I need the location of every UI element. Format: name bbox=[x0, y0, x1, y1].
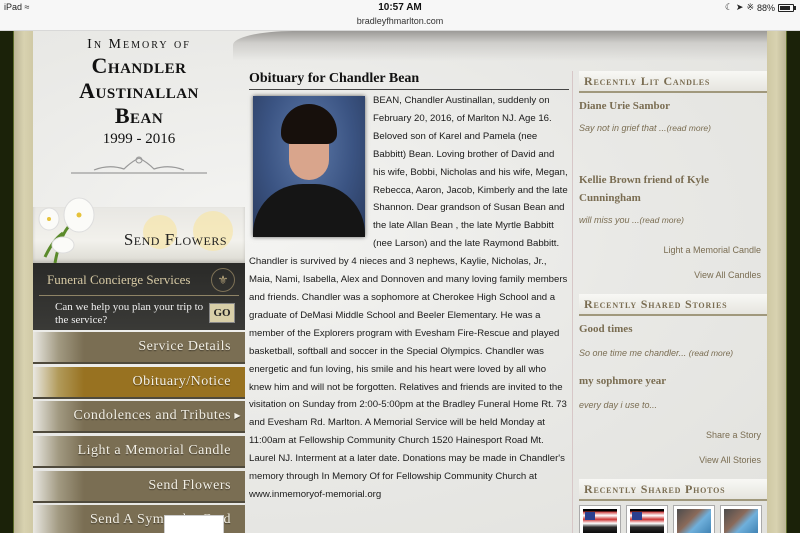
obituary-title: Obituary for Chandler Bean bbox=[249, 71, 569, 90]
photo-hair bbox=[281, 104, 337, 144]
nav-label: Send Flowers bbox=[148, 477, 231, 493]
clock: 10:57 AM bbox=[378, 2, 422, 13]
page-stripe-right bbox=[767, 31, 786, 533]
share-widget-box[interactable] bbox=[164, 515, 224, 533]
candles-header: Recently Lit Candles bbox=[579, 71, 767, 93]
sidebar-nav: Service Details Obituary/Notice Condolen… bbox=[33, 332, 245, 533]
concierge-emblem-icon: ⚜ bbox=[211, 268, 235, 292]
read-more-link[interactable]: (read more) bbox=[667, 123, 711, 133]
story-excerpt: every day i use to... bbox=[579, 400, 767, 410]
nav-light-candle[interactable]: Light a Memorial Candle bbox=[33, 436, 245, 469]
ios-status-bar: iPad ≈ 10:57 AM bradleyfhmarlton.com ☾ ➤… bbox=[0, 0, 800, 31]
life-dates: 1999 - 2016 bbox=[102, 131, 176, 147]
address-bar[interactable]: bradleyfhmarlton.com bbox=[0, 16, 800, 26]
nav-send-flowers[interactable]: Send Flowers bbox=[33, 470, 245, 503]
nav-condolences-tributes[interactable]: Condolences and Tributes ▶ bbox=[33, 401, 245, 434]
photo-shirt bbox=[253, 184, 365, 237]
concierge-divider bbox=[39, 295, 239, 296]
memorial-heading: In Memory of Chandler Austinallan Bean 1… bbox=[33, 31, 245, 181]
submenu-arrow-icon: ▶ bbox=[234, 411, 241, 421]
flag-photo-icon bbox=[583, 509, 617, 533]
location-icon: ➤ bbox=[735, 2, 744, 12]
page-border-left bbox=[0, 31, 13, 533]
send-flowers-label: Send Flowers bbox=[123, 230, 227, 249]
story-title: Good times bbox=[579, 323, 633, 335]
deceased-name-last: Bean bbox=[114, 103, 164, 128]
photo-thumbnail[interactable] bbox=[720, 505, 762, 533]
photo-thumbnail[interactable] bbox=[626, 505, 668, 533]
page-stripe-left bbox=[13, 31, 34, 533]
child-photo-icon bbox=[724, 509, 758, 533]
concierge-title: Funeral Concierge Services bbox=[47, 272, 191, 287]
concierge-prompt: Can we help you plan your trip to the se… bbox=[55, 301, 204, 326]
concierge-panel: Funeral Concierge Services ⚜ Can we help… bbox=[33, 263, 245, 330]
candle-author: Kellie Brown friend of Kyle Cunningham bbox=[579, 174, 709, 204]
flag-photo-icon bbox=[630, 509, 664, 533]
view-all-stories-link[interactable]: View All Stories bbox=[579, 455, 767, 465]
battery-percent: 88% bbox=[756, 2, 775, 13]
story-excerpt-text: every day i use to... bbox=[579, 400, 658, 410]
status-icons: ☾ ➤ ※ 88% bbox=[724, 2, 796, 13]
portrait-photo bbox=[253, 96, 365, 237]
battery-icon bbox=[778, 3, 796, 12]
photo-thumbnail[interactable] bbox=[579, 505, 621, 533]
obituary-section: Obituary for Chandler Bean BEAN, Chandle… bbox=[249, 71, 569, 504]
moon-icon: ☾ bbox=[724, 2, 733, 12]
candle-author: Diane Urie Sambor bbox=[579, 100, 671, 112]
nav-label: Service Details bbox=[138, 339, 231, 354]
right-sidebar: Recently Lit Candles Diane Urie Sambor S… bbox=[572, 71, 767, 533]
view-all-candles-link[interactable]: View All Candles bbox=[579, 270, 767, 280]
story-excerpt: So one time me chandler... (read more) bbox=[579, 348, 767, 358]
bluetooth-icon: ※ bbox=[746, 2, 754, 12]
in-memory-of-label: In Memory of bbox=[87, 37, 191, 52]
child-photo-icon bbox=[677, 509, 711, 533]
candle-excerpt-text: will miss you ... bbox=[579, 215, 640, 225]
nav-obituary-notice[interactable]: Obituary/Notice bbox=[33, 366, 245, 399]
page-border-right bbox=[786, 31, 800, 533]
candle-excerpt: Say not in grief that ...(read more) bbox=[579, 123, 767, 133]
page-content: In Memory of Chandler Austinallan Bean 1… bbox=[33, 31, 767, 533]
deceased-name-middle: Austinallan bbox=[79, 78, 199, 103]
read-more-link[interactable]: (read more) bbox=[640, 215, 684, 225]
send-flowers-banner[interactable]: Send Flowers bbox=[33, 197, 245, 263]
read-more-link[interactable]: (read more) bbox=[689, 348, 733, 358]
photo-thumbnail[interactable] bbox=[673, 505, 715, 533]
deceased-name-first: Chandler bbox=[91, 53, 187, 78]
concierge-go-button[interactable]: GO bbox=[209, 303, 235, 323]
photos-header: Recently Shared Photos bbox=[579, 479, 767, 501]
candle-excerpt: will miss you ...(read more) bbox=[579, 215, 767, 225]
nav-service-details[interactable]: Service Details bbox=[33, 332, 245, 364]
story-excerpt-text: So one time me chandler... bbox=[579, 348, 689, 358]
nav-label: Obituary/Notice bbox=[132, 373, 231, 389]
nav-label: Condolences and Tributes bbox=[73, 408, 231, 424]
ornament-divider-icon bbox=[71, 156, 207, 174]
header-shadow bbox=[233, 31, 767, 61]
candle-excerpt-text: Say not in grief that ... bbox=[579, 123, 667, 133]
light-candle-link[interactable]: Light a Memorial Candle bbox=[579, 245, 767, 255]
calla-lily-icon bbox=[38, 197, 95, 263]
share-story-link[interactable]: Share a Story bbox=[579, 430, 767, 440]
stories-header: Recently Shared Stories bbox=[579, 294, 767, 316]
photo-thumbnails bbox=[579, 505, 767, 533]
nav-label: Light a Memorial Candle bbox=[77, 443, 231, 459]
story-title: my sophmore year bbox=[579, 375, 667, 387]
